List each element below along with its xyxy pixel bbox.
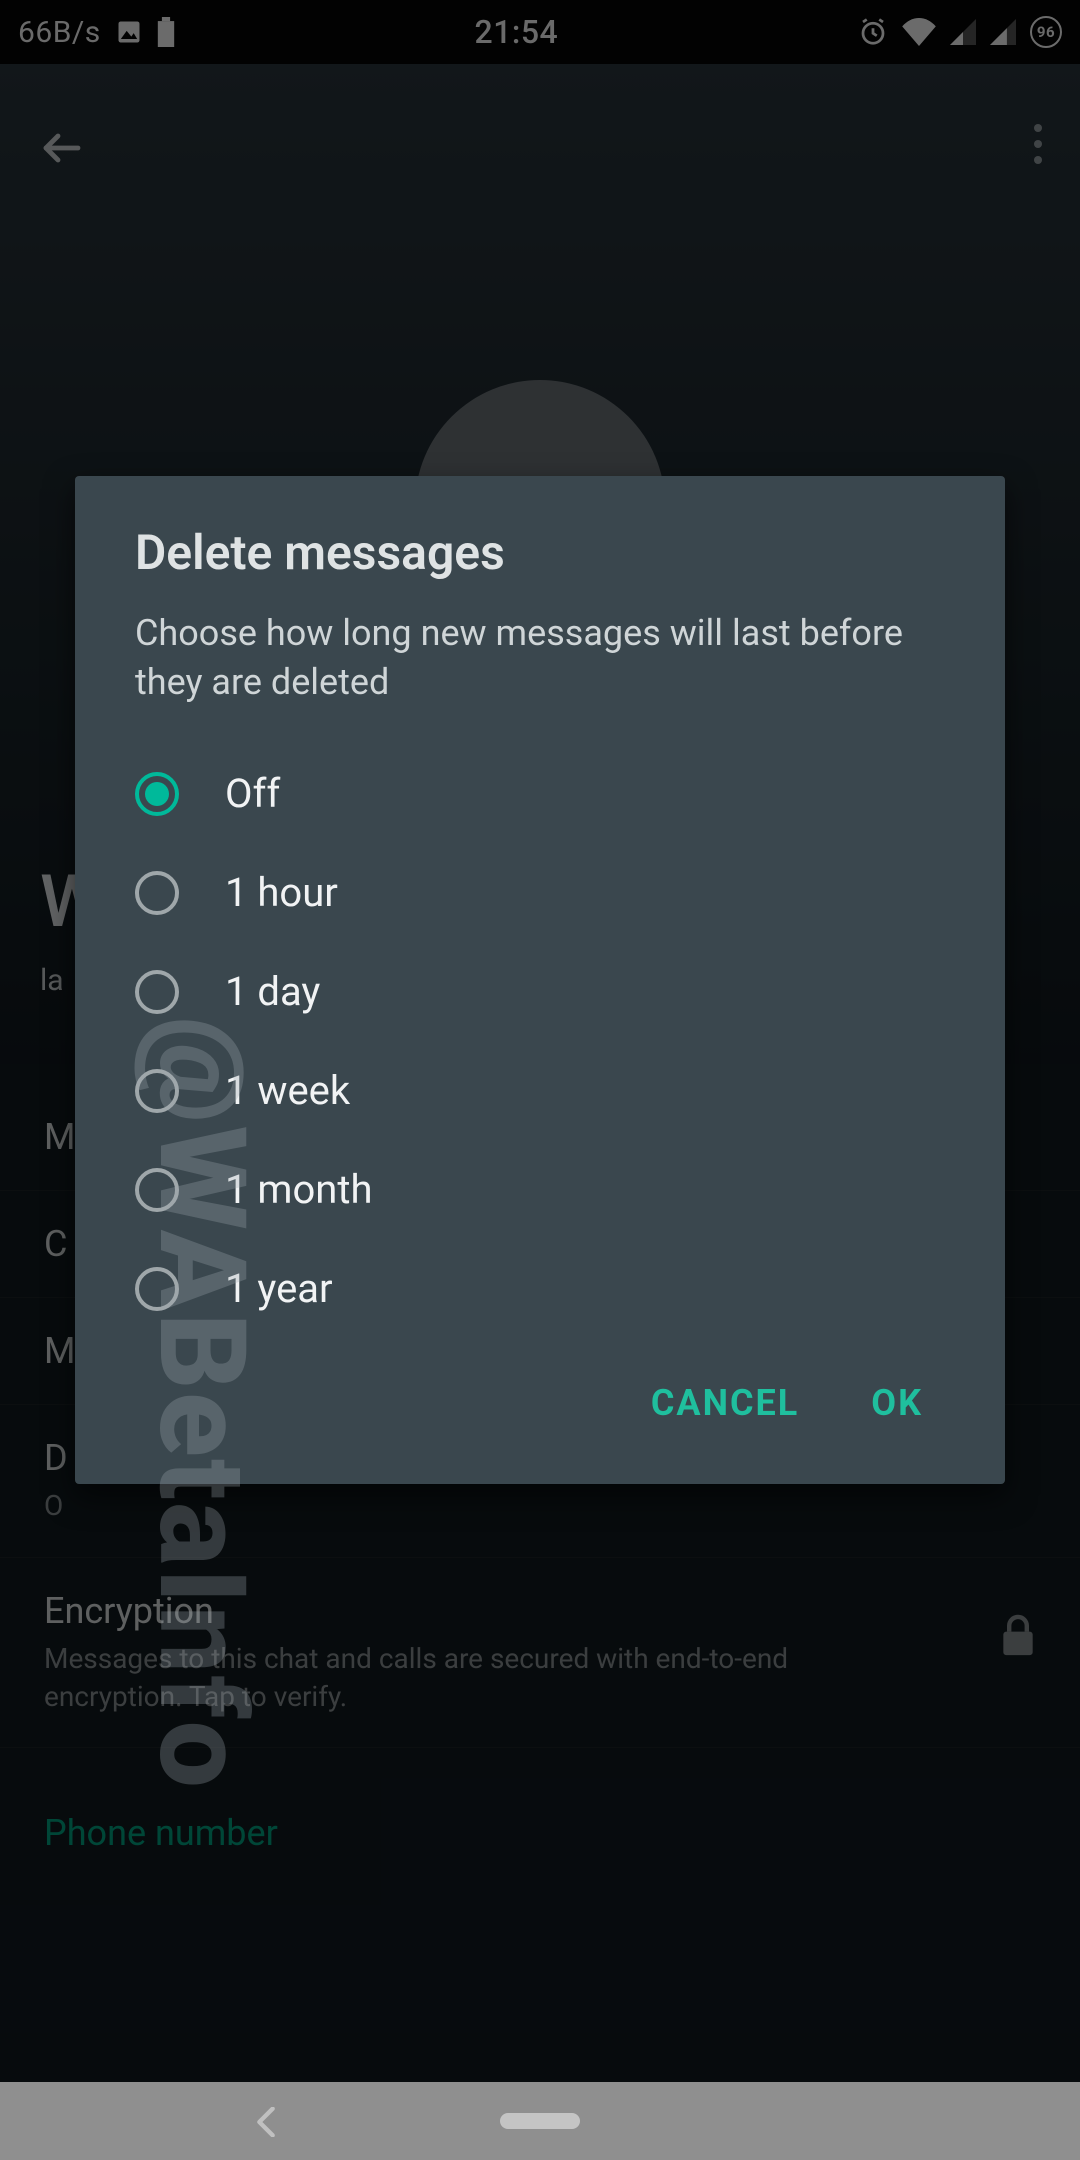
radio-icon	[135, 871, 179, 915]
option-label: 1 week	[225, 1067, 350, 1114]
option-1-hour[interactable]: 1 hour	[111, 843, 969, 942]
option-1-year[interactable]: 1 year	[111, 1239, 969, 1338]
dialog-actions: CANCEL OK	[75, 1338, 1005, 1466]
radio-icon	[135, 970, 179, 1014]
option-label: 1 year	[225, 1265, 333, 1312]
radio-icon	[135, 772, 179, 816]
android-nav-bar	[0, 2082, 1080, 2160]
delete-messages-dialog: Delete messages Choose how long new mess…	[75, 476, 1005, 1484]
option-off[interactable]: Off	[111, 744, 969, 843]
option-1-day[interactable]: 1 day	[111, 942, 969, 1041]
option-label: Off	[225, 770, 280, 817]
option-label: 1 hour	[225, 869, 338, 916]
option-label: 1 day	[225, 968, 320, 1015]
option-1-month[interactable]: 1 month	[111, 1140, 969, 1239]
radio-icon	[135, 1168, 179, 1212]
radio-icon	[135, 1069, 179, 1113]
dialog-description: Choose how long new messages will last b…	[75, 581, 1005, 716]
nav-back-icon[interactable]	[254, 2107, 278, 2141]
dialog-options: Off 1 hour 1 day 1 week 1 month 1 year	[75, 716, 1005, 1338]
cancel-button[interactable]: CANCEL	[651, 1382, 799, 1424]
nav-home-pill[interactable]	[500, 2113, 580, 2129]
radio-icon	[135, 1267, 179, 1311]
ok-button[interactable]: OK	[871, 1382, 923, 1424]
option-1-week[interactable]: 1 week	[111, 1041, 969, 1140]
dialog-title: Delete messages	[75, 524, 1005, 581]
option-label: 1 month	[225, 1166, 373, 1213]
